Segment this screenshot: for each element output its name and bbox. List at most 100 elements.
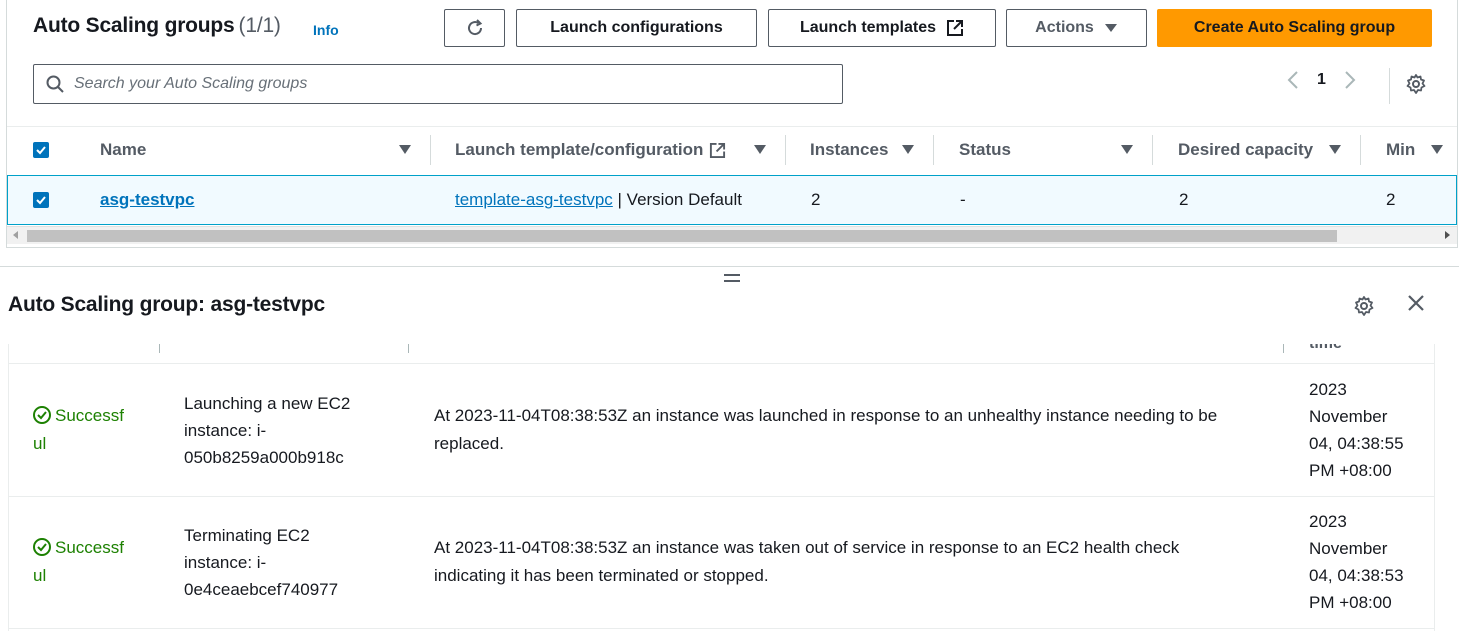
column-divider[interactable]	[785, 135, 786, 165]
status-cell: Successf ul	[33, 402, 133, 458]
sort-caret-icon[interactable]	[1121, 145, 1133, 154]
column-header-time: time	[1309, 344, 1342, 353]
sort-caret-icon[interactable]	[754, 145, 766, 154]
template-version: | Version Default	[617, 190, 742, 209]
time-text: 04, 04:38:55	[1309, 434, 1404, 453]
column-divider	[408, 344, 409, 353]
table-row[interactable]: asg-testvpc template-asg-testvpc | Versi…	[7, 175, 1457, 225]
split-panel-divider	[0, 266, 1459, 267]
column-header-min[interactable]: Min	[1386, 140, 1415, 160]
horizontal-scrollbar[interactable]	[7, 226, 1457, 244]
launch-template-link[interactable]: template-asg-testvpc	[455, 190, 613, 209]
cause-cell: At 2023-11-04T08:38:53Z an instance was …	[434, 402, 1284, 458]
caret-down-icon	[1104, 24, 1117, 32]
pagination: 1	[1287, 70, 1356, 90]
create-auto-scaling-group-button[interactable]: Create Auto Scaling group	[1157, 9, 1432, 47]
description-cell: Launching a new EC2 instance: i- 050b825…	[184, 390, 384, 471]
page-title-text: Auto Scaling groups	[33, 14, 235, 37]
column-header-desired-capacity[interactable]: Desired capacity	[1178, 140, 1313, 160]
time-text: PM +08:00	[1309, 461, 1392, 480]
column-divider[interactable]	[1360, 135, 1361, 165]
activity-table-header: time	[9, 344, 1434, 364]
close-icon[interactable]	[1406, 293, 1426, 313]
split-panel-preferences-gear-icon[interactable]	[1353, 295, 1375, 317]
column-header-name[interactable]: Name	[100, 140, 146, 160]
cause-text: At 2023-11-04T08:38:53Z an instance was …	[434, 538, 1180, 557]
description-text: instance: i-	[184, 553, 267, 572]
description-text: Terminating EC2	[184, 526, 310, 545]
time-text: 04, 04:38:53	[1309, 566, 1404, 585]
select-all-checkbox[interactable]	[33, 142, 49, 158]
search-icon	[46, 75, 64, 93]
external-link-icon	[947, 20, 964, 36]
status-cell: -	[960, 190, 966, 209]
success-check-icon	[33, 538, 51, 557]
refresh-icon	[467, 19, 482, 36]
column-header-launch-template[interactable]: Launch template/configuration	[455, 140, 726, 160]
pager-divider	[1389, 68, 1390, 104]
column-divider[interactable]	[933, 135, 934, 165]
auto-scaling-groups-panel: Auto Scaling groups (1/1) Info Launch con…	[6, 0, 1458, 248]
info-link[interactable]: Info	[313, 22, 339, 38]
start-time-cell: 2023 November 04, 04:38:55 PM +08:00	[1309, 376, 1424, 484]
min-cell: 2	[1386, 190, 1396, 209]
scrollbar-thumb[interactable]	[27, 230, 1337, 242]
scroll-right-arrow-icon[interactable]	[1445, 231, 1450, 239]
column-divider	[1434, 344, 1435, 353]
next-page-icon[interactable]	[1344, 70, 1356, 90]
resize-handle-icon[interactable]	[724, 274, 740, 286]
time-text: PM +08:00	[1309, 593, 1392, 612]
column-header-status[interactable]: Status	[959, 140, 1011, 160]
cause-text: At 2023-11-04T08:38:53Z an instance was …	[434, 406, 1218, 425]
description-text: 0e4ceaebcef740977	[184, 580, 339, 599]
external-link-icon	[710, 142, 726, 158]
column-divider[interactable]	[1152, 135, 1153, 165]
search-input[interactable]	[74, 75, 774, 93]
launch-template-header-label: Launch template/configuration	[455, 140, 704, 159]
cause-text: indicating it has been terminated or sto…	[434, 566, 769, 585]
launch-templates-button[interactable]: Launch templates	[768, 9, 996, 47]
launch-templates-label: Launch templates	[799, 19, 937, 36]
time-text: 2023	[1309, 512, 1347, 531]
description-cell: Terminating EC2 instance: i- 0e4ceaebcef…	[184, 522, 384, 603]
launch-configurations-label: Launch configurations	[550, 19, 723, 36]
group-count: (1/1)	[238, 14, 281, 37]
success-check-icon	[33, 406, 51, 425]
table-row: Successf ul Terminating EC2 instance: i-…	[9, 497, 1434, 629]
cause-cell: At 2023-11-04T08:38:53Z an instance was …	[434, 534, 1284, 590]
sort-caret-icon[interactable]	[1329, 145, 1341, 154]
description-text: Launching a new EC2	[184, 394, 351, 413]
checkmark-icon	[36, 146, 46, 155]
table-row: Successf ul Launching a new EC2 instance…	[9, 365, 1434, 497]
desired-capacity-cell: 2	[1179, 190, 1189, 209]
status-cell: Successf ul	[33, 534, 133, 590]
row-select-checkbox[interactable]	[33, 192, 49, 208]
actions-label: Actions	[1035, 19, 1094, 36]
time-text: November	[1309, 407, 1388, 426]
table-preferences-gear-icon[interactable]	[1405, 73, 1427, 95]
previous-page-icon[interactable]	[1287, 70, 1299, 90]
search-box	[33, 64, 843, 104]
status-text: Successf	[55, 406, 124, 425]
column-divider	[159, 344, 160, 353]
time-text: 2023	[1309, 380, 1347, 399]
time-text: November	[1309, 539, 1388, 558]
actions-dropdown[interactable]: Actions	[1006, 9, 1147, 47]
sort-caret-icon[interactable]	[399, 145, 411, 154]
scroll-left-arrow-icon[interactable]	[13, 231, 18, 239]
column-divider	[1283, 344, 1284, 353]
sort-caret-icon[interactable]	[1431, 145, 1443, 154]
refresh-button[interactable]	[444, 9, 505, 47]
checkmark-icon	[36, 196, 46, 205]
status-text: ul	[33, 566, 47, 585]
launch-template-cell: template-asg-testvpc | Version Default	[455, 190, 742, 210]
asg-name-link[interactable]: asg-testvpc	[100, 190, 194, 210]
column-divider[interactable]	[430, 135, 431, 165]
column-header-instances[interactable]: Instances	[810, 140, 888, 160]
cause-text: replaced.	[434, 434, 504, 453]
launch-configurations-button[interactable]: Launch configurations	[516, 9, 757, 47]
status-text: Successf	[55, 538, 124, 557]
current-page[interactable]: 1	[1317, 71, 1326, 89]
table-header: Name Launch template/configuration Insta…	[7, 126, 1457, 172]
sort-caret-icon[interactable]	[902, 145, 914, 154]
